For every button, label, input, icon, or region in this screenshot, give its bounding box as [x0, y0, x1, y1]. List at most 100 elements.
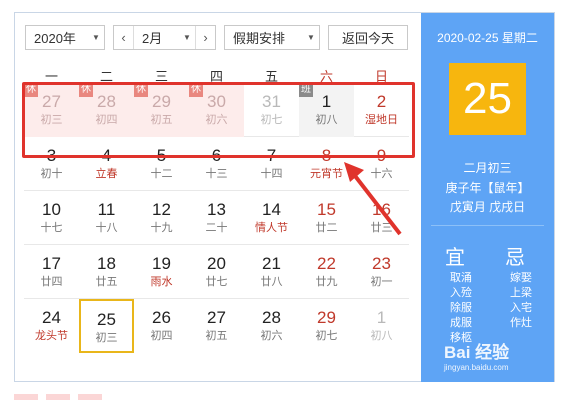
day-cell[interactable]: 11 十八 [79, 191, 134, 245]
baidu-watermark: Bai 经验 jingyan.baidu.com [444, 338, 554, 384]
day-number: 26 [152, 308, 171, 327]
lunar-label: 初三 [40, 114, 63, 126]
ji-item: 入宅 [510, 302, 532, 314]
day-number: 1 [376, 308, 387, 327]
lunar-label: 雨水 [150, 276, 173, 288]
day-cell[interactable]: 15 廿二 [299, 191, 354, 245]
year-select[interactable]: 2020年 ▼ [25, 25, 105, 50]
ji-item: 作灶 [510, 317, 532, 329]
day-number: 11 [97, 200, 116, 219]
day-number: 3 [46, 146, 57, 165]
yi-item: 除服 [450, 302, 472, 314]
prev-month-button[interactable]: ‹ [114, 26, 134, 49]
lunar-label: 廿八 [260, 276, 283, 288]
day-number: 2 [376, 92, 387, 111]
day-cell[interactable]: 3 初十 [24, 137, 79, 191]
watermark-main: Bai 经验 [444, 343, 510, 362]
day-number: 7 [266, 146, 277, 165]
week-row: 24 龙头节 25 初三 26 初四 27 初五 28 初六 29 初七 1 初八 [24, 298, 409, 353]
ji-item: 嫁娶 [510, 272, 532, 284]
day-cell[interactable]: 班 1 初八 [299, 83, 354, 137]
day-number: 31 [262, 92, 281, 111]
panel-day-number: 25 [449, 63, 526, 135]
day-cell[interactable]: 12 十九 [134, 191, 189, 245]
day-cell[interactable]: 1 初八 [354, 299, 409, 353]
lunar-label: 初七 [315, 330, 338, 342]
lunar-label: 初八 [370, 330, 393, 342]
day-number: 15 [317, 200, 336, 219]
lunar-label: 十七 [40, 222, 63, 234]
day-cell[interactable]: 22 廿九 [299, 245, 354, 299]
day-cell[interactable]: 4 立春 [79, 137, 134, 191]
day-cell[interactable]: 6 十三 [189, 137, 244, 191]
day-number: 19 [152, 254, 171, 273]
lunar-label: 初六 [260, 330, 283, 342]
day-cell[interactable]: 5 十二 [134, 137, 189, 191]
yi-title: 宜 [445, 247, 465, 269]
day-number: 22 [317, 254, 336, 273]
day-cell[interactable]: 29 初七 [299, 299, 354, 353]
day-cell[interactable]: 24 龙头节 [24, 299, 79, 353]
day-cell[interactable]: 21 廿八 [244, 245, 299, 299]
lunar-label: 廿三 [370, 222, 393, 234]
holiday-select[interactable]: 假期安排 ▼ [224, 25, 320, 50]
strip-block [78, 394, 102, 400]
rest-badge: 休 [189, 83, 203, 97]
day-cell[interactable]: 休 30 初六 [189, 83, 244, 137]
lunar-label: 十三 [205, 168, 228, 180]
lunar-label: 龙头节 [35, 330, 68, 342]
lunar-label: 二十 [205, 222, 228, 234]
day-cell[interactable]: 17 廿四 [24, 245, 79, 299]
day-cell[interactable]: 26 初四 [134, 299, 189, 353]
back-to-today-button[interactable]: 返回今天 [328, 25, 408, 50]
day-number: 14 [262, 200, 281, 219]
day-cell[interactable]: 19 雨水 [134, 245, 189, 299]
lunar-label: 初一 [370, 276, 393, 288]
day-cell[interactable]: 25 初三 [79, 299, 134, 353]
lunar-label: 立春 [95, 168, 118, 180]
strip-block [46, 394, 70, 400]
lunar-label: 十六 [370, 168, 393, 180]
day-cell[interactable]: 18 廿五 [79, 245, 134, 299]
day-cell[interactable]: 10 十七 [24, 191, 79, 245]
day-cell[interactable]: 休 27 初三 [24, 83, 79, 137]
ji-title: 忌 [505, 247, 525, 269]
rest-badge: 休 [24, 83, 38, 97]
day-cell[interactable]: 2 湿地日 [354, 83, 409, 137]
next-month-button[interactable]: › [195, 26, 215, 49]
rest-badge: 休 [134, 83, 148, 97]
day-cell[interactable]: 28 初六 [244, 299, 299, 353]
day-cell[interactable]: 16 廿三 [354, 191, 409, 245]
day-cell[interactable]: 23 初一 [354, 245, 409, 299]
ji-item: 上梁 [510, 287, 532, 299]
calendar-grid: 休 27 初三休 28 初四休 29 初五休 30 初六 31 初七班 1 初八 2 湿地日 3 初十 4 立春 5 十… [24, 82, 409, 353]
day-cell[interactable]: 27 初五 [189, 299, 244, 353]
day-number: 10 [42, 200, 61, 219]
year-value: 2020年 [34, 31, 76, 46]
day-cell[interactable]: 13 二十 [189, 191, 244, 245]
day-cell[interactable]: 休 28 初四 [79, 83, 134, 137]
day-cell[interactable]: 9 十六 [354, 137, 409, 191]
day-cell[interactable]: 20 廿七 [189, 245, 244, 299]
day-number: 29 [317, 308, 336, 327]
day-cell[interactable]: 休 29 初五 [134, 83, 189, 137]
lunar-label: 初七 [260, 114, 283, 126]
lunar-label: 初八 [315, 114, 338, 126]
day-cell[interactable]: 8 元宵节 [299, 137, 354, 191]
panel-divider [431, 225, 544, 226]
lunar-label: 情人节 [255, 222, 288, 234]
day-cell[interactable]: 31 初七 [244, 83, 299, 137]
yi-list: 取涌 入殓 除服 成服 移柩 [441, 271, 481, 346]
lunar-label: 初六 [205, 114, 228, 126]
rest-badge: 休 [79, 83, 93, 97]
day-cell[interactable]: 7 十四 [244, 137, 299, 191]
lunar-label: 廿九 [315, 276, 338, 288]
day-number: 8 [321, 146, 332, 165]
day-number: 23 [372, 254, 391, 273]
day-cell[interactable]: 14 情人节 [244, 191, 299, 245]
lunar-label: 十四 [260, 168, 283, 180]
day-number: 18 [97, 254, 116, 273]
month-picker[interactable]: ‹ 2月 ▼ › [113, 25, 216, 50]
yi-item: 入殓 [450, 287, 472, 299]
holiday-select-value: 假期安排 [233, 31, 286, 46]
